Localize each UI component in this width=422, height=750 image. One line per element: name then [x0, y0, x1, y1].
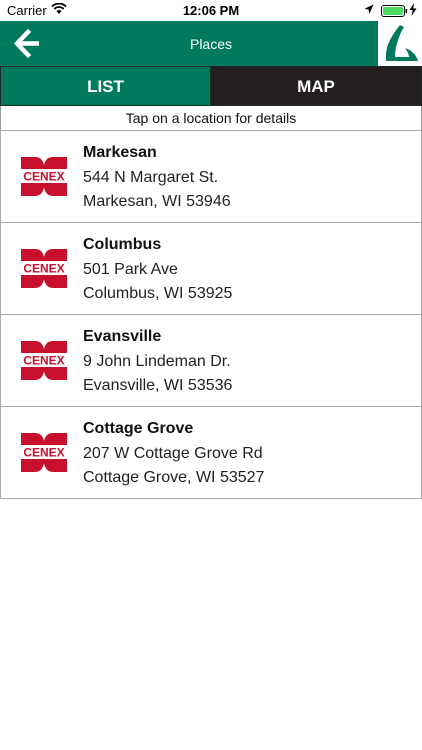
place-address-line2: Markesan, WI 53946: [83, 193, 231, 210]
list-item[interactable]: CENEX Markesan 544 N Margaret St. Markes…: [0, 131, 422, 223]
status-bar: Carrier 12:06 PM: [0, 0, 422, 21]
place-address-line2: Columbus, WI 53925: [83, 285, 233, 302]
place-name: Columbus: [83, 236, 162, 253]
place-name: Cottage Grove: [83, 420, 194, 437]
place-name: Markesan: [83, 144, 157, 161]
list-item[interactable]: CENEX Columbus 501 Park Ave Columbus, WI…: [0, 223, 422, 315]
place-name: Evansville: [83, 328, 162, 345]
place-address-line1: 207 W Cottage Grove Rd: [83, 445, 263, 462]
cenex-logo-text: CENEX: [23, 262, 64, 276]
cenex-logo: CENEX: [17, 246, 71, 291]
brand-logo: [378, 21, 422, 66]
instruction-text: Tap on a location for details: [0, 106, 422, 131]
clock: 12:06 PM: [182, 3, 240, 18]
cenex-logo-text: CENEX: [23, 446, 64, 460]
place-address-line2: Cottage Grove, WI 53527: [83, 469, 265, 486]
places-list: CENEX Markesan 544 N Margaret St. Markes…: [0, 131, 422, 499]
page-title: Places: [189, 36, 233, 52]
cenex-logo: CENEX: [17, 430, 71, 475]
list-item[interactable]: CENEX Evansville 9 John Lindeman Dr. Eva…: [0, 315, 422, 407]
view-tabs: LIST MAP: [0, 66, 422, 106]
list-item[interactable]: CENEX Cottage Grove 207 W Cottage Grove …: [0, 407, 422, 499]
battery-icon: [381, 5, 408, 17]
place-address-line2: Evansville, WI 53536: [83, 377, 233, 394]
navigation-bar: Places: [0, 21, 422, 66]
cenex-logo: CENEX: [17, 154, 71, 199]
cenex-logo-text: CENEX: [23, 354, 64, 368]
charging-bolt-icon: [409, 3, 417, 16]
tab-list[interactable]: LIST: [0, 66, 211, 106]
place-address-line1: 544 N Margaret St.: [83, 169, 219, 186]
place-address-line1: 9 John Lindeman Dr.: [83, 353, 231, 370]
tab-map[interactable]: MAP: [211, 66, 422, 106]
place-address-line1: 501 Park Ave: [83, 261, 178, 278]
cenex-logo-text: CENEX: [23, 170, 64, 184]
cenex-logo: CENEX: [17, 338, 71, 383]
location-arrow-icon: [364, 4, 374, 14]
